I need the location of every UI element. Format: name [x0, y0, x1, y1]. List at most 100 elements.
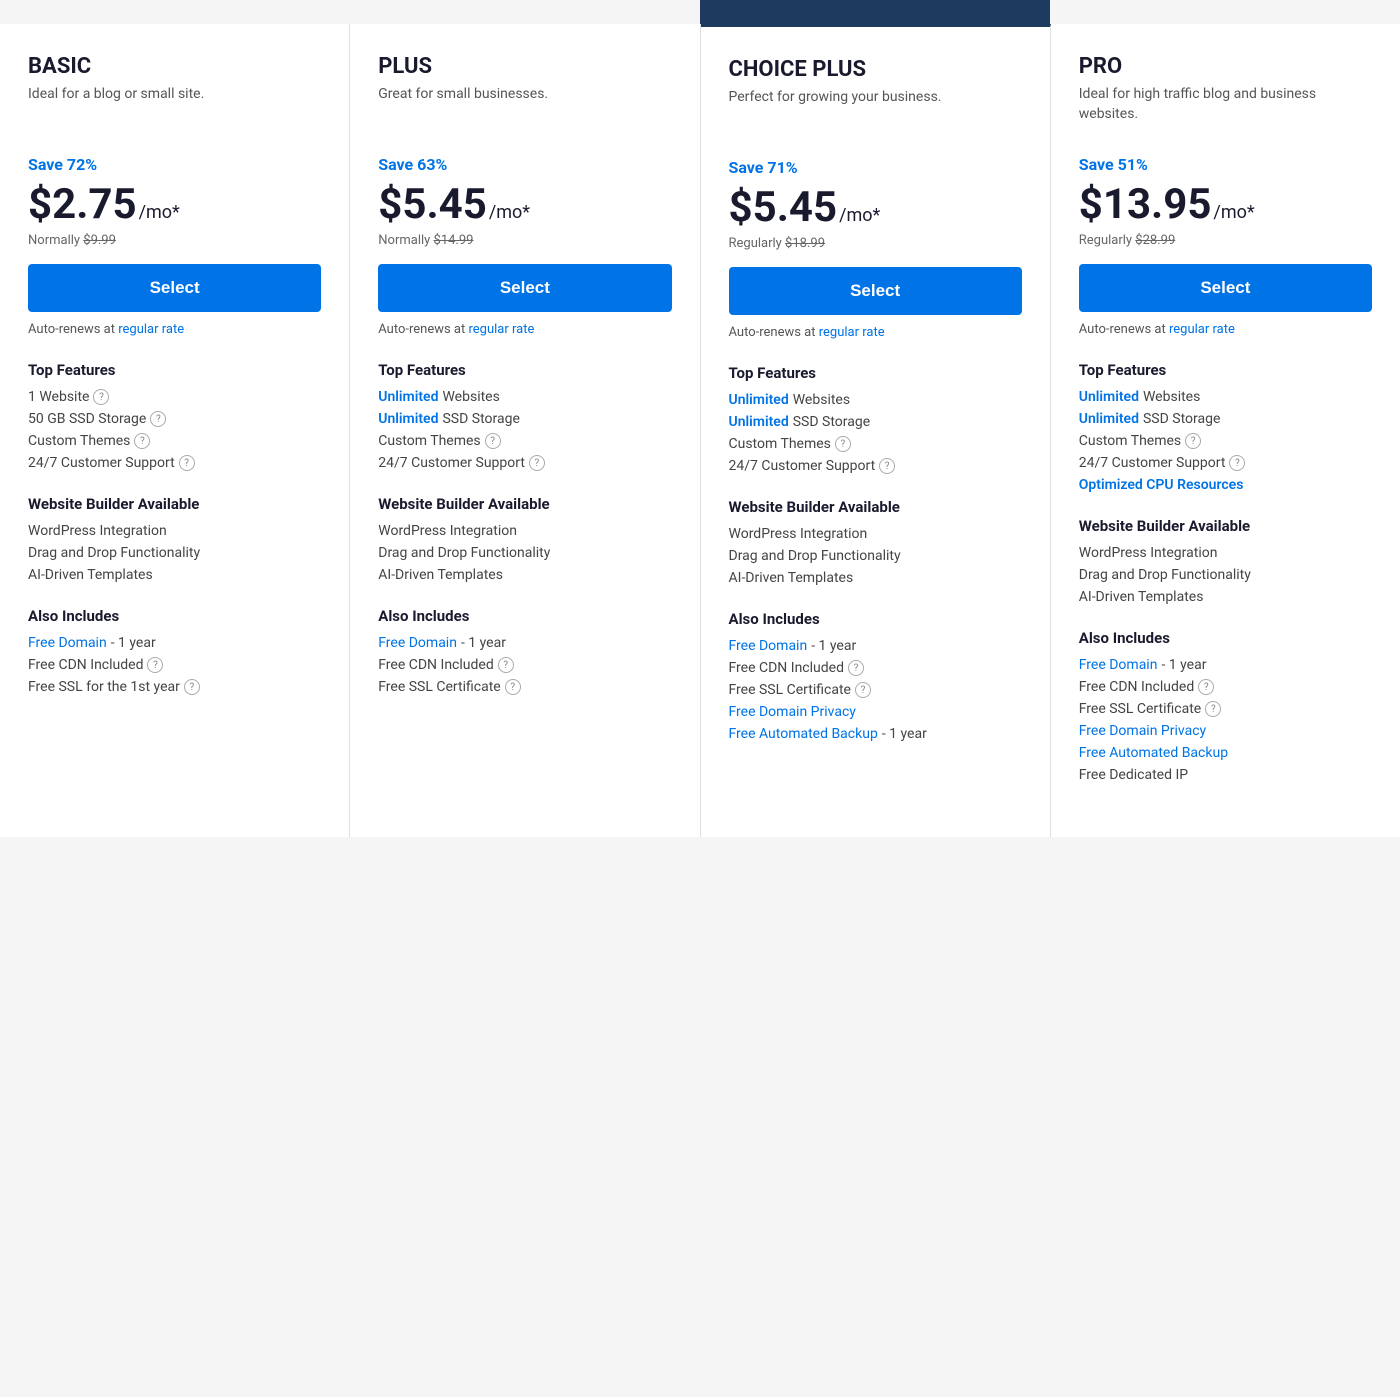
also-feature-item: Free Domain - 1 year: [28, 635, 321, 651]
info-icon[interactable]: ?: [150, 411, 166, 427]
plan-name: BASIC: [28, 54, 321, 79]
save-badge: Save 63%: [378, 155, 671, 174]
original-price: $28.99: [1135, 233, 1175, 248]
info-icon[interactable]: ?: [835, 436, 851, 452]
plans-container: BASIC Ideal for a blog or small site. Sa…: [0, 24, 1400, 837]
builder-feature-item: Drag and Drop Functionality: [1079, 567, 1372, 583]
select-button[interactable]: Select: [1079, 264, 1372, 312]
feature-item: Unlimited SSD Storage: [378, 411, 671, 427]
recommended-empty: [1050, 0, 1400, 24]
also-feature-item: Free Domain - 1 year: [1079, 657, 1372, 673]
feature-suffix: - 1 year: [111, 635, 156, 651]
feature-suffix: - 1 year: [461, 635, 506, 651]
top-features-title: Top Features: [28, 361, 321, 379]
feature-item: Custom Themes ?: [1079, 433, 1372, 449]
unlimited-label: Unlimited: [729, 414, 789, 430]
info-icon[interactable]: ?: [179, 455, 195, 471]
recommended-banner: [700, 0, 1050, 24]
info-icon[interactable]: ?: [1205, 701, 1221, 717]
plan-name: PLUS: [378, 54, 671, 79]
auto-renew-text: Auto-renews at regular rate: [378, 322, 671, 337]
top-features-title: Top Features: [378, 361, 671, 379]
select-button[interactable]: Select: [729, 267, 1022, 315]
feature-item: 24/7 Customer Support ?: [28, 455, 321, 471]
also-feature-item: Free Domain Privacy: [729, 704, 1022, 720]
feature-item: Unlimited SSD Storage: [729, 414, 1022, 430]
info-icon[interactable]: ?: [485, 433, 501, 449]
price-suffix: /mo*: [489, 202, 530, 223]
regular-rate-link[interactable]: regular rate: [118, 322, 184, 337]
unlimited-label: Unlimited: [729, 392, 789, 408]
plan-desc: Ideal for high traffic blog and business…: [1079, 85, 1372, 135]
feature-item: Unlimited SSD Storage: [1079, 411, 1372, 427]
builder-feature-item: WordPress Integration: [1079, 545, 1372, 561]
also-features-list: Free Domain - 1 year Free CDN Included ?…: [729, 638, 1022, 742]
price-note: Normally $14.99: [378, 233, 671, 248]
builder-feature-item: AI-Driven Templates: [28, 567, 321, 583]
builder-feature-item: Drag and Drop Functionality: [729, 548, 1022, 564]
plan-name: CHOICE PLUS: [729, 57, 1022, 82]
original-price: $9.99: [83, 233, 116, 248]
info-icon[interactable]: ?: [1198, 679, 1214, 695]
also-feature-item: Free Dedicated IP: [1079, 767, 1372, 783]
link-feature[interactable]: Free Domain: [28, 635, 107, 651]
auto-renew-text: Auto-renews at regular rate: [28, 322, 321, 337]
info-icon[interactable]: ?: [855, 682, 871, 698]
pricing-wrapper: BASIC Ideal for a blog or small site. Sa…: [0, 0, 1400, 837]
info-icon[interactable]: ?: [1185, 433, 1201, 449]
link-feature[interactable]: Free Domain: [729, 638, 808, 654]
builder-feature-item: AI-Driven Templates: [1079, 589, 1372, 605]
save-badge: Save 71%: [729, 158, 1022, 177]
also-feature-item: Free Automated Backup - 1 year: [729, 726, 1022, 742]
feature-item: 1 Website ?: [28, 389, 321, 405]
price-suffix: /mo*: [139, 202, 180, 223]
builder-features-list: WordPress IntegrationDrag and Drop Funct…: [729, 526, 1022, 586]
info-icon[interactable]: ?: [498, 657, 514, 673]
builder-feature-item: Drag and Drop Functionality: [28, 545, 321, 561]
price-amount: $13.95: [1079, 180, 1212, 229]
info-icon[interactable]: ?: [848, 660, 864, 676]
also-feature-item: Free Domain - 1 year: [729, 638, 1022, 654]
link-feature[interactable]: Free Automated Backup: [729, 726, 878, 742]
also-feature-item: Free CDN Included ?: [729, 660, 1022, 676]
info-icon[interactable]: ?: [529, 455, 545, 471]
plan-choice-plus: CHOICE PLUS Perfect for growing your bus…: [701, 24, 1051, 837]
unlimited-label: Unlimited: [1079, 389, 1139, 405]
plan-desc: Great for small businesses.: [378, 85, 671, 135]
auto-renew-text: Auto-renews at regular rate: [729, 325, 1022, 340]
info-icon[interactable]: ?: [879, 458, 895, 474]
regular-rate-link[interactable]: regular rate: [819, 325, 885, 340]
link-feature[interactable]: Free Domain Privacy: [1079, 723, 1206, 739]
info-icon[interactable]: ?: [134, 433, 150, 449]
also-features-list: Free Domain - 1 year Free CDN Included ?…: [28, 635, 321, 695]
info-icon[interactable]: ?: [1229, 455, 1245, 471]
also-title: Also Includes: [28, 607, 321, 625]
also-features-list: Free Domain - 1 year Free CDN Included ?…: [1079, 657, 1372, 783]
feature-item: Unlimited Websites: [1079, 389, 1372, 405]
plan-pro: PRO Ideal for high traffic blog and busi…: [1051, 24, 1400, 837]
regular-rate-link[interactable]: regular rate: [1169, 322, 1235, 337]
builder-title: Website Builder Available: [28, 495, 321, 513]
also-feature-item: Free Automated Backup: [1079, 745, 1372, 761]
feature-suffix: - 1 year: [882, 726, 927, 742]
feature-item: Custom Themes ?: [28, 433, 321, 449]
link-feature[interactable]: Free Automated Backup: [1079, 745, 1228, 761]
save-badge: Save 51%: [1079, 155, 1372, 174]
price-row: $5.45 /mo*: [378, 180, 671, 229]
info-icon[interactable]: ?: [184, 679, 200, 695]
info-icon[interactable]: ?: [147, 657, 163, 673]
feature-item: 24/7 Customer Support ?: [378, 455, 671, 471]
original-price: $18.99: [785, 236, 825, 251]
price-row: $2.75 /mo*: [28, 180, 321, 229]
top-features-list: Unlimited Websites Unlimited SSD Storage…: [378, 389, 671, 471]
select-button[interactable]: Select: [28, 264, 321, 312]
link-feature[interactable]: Free Domain: [378, 635, 457, 651]
feature-item: Unlimited Websites: [729, 392, 1022, 408]
regular-rate-link[interactable]: regular rate: [468, 322, 534, 337]
link-feature[interactable]: Free Domain Privacy: [729, 704, 856, 720]
link-feature[interactable]: Free Domain: [1079, 657, 1158, 673]
original-price: $14.99: [434, 233, 474, 248]
info-icon[interactable]: ?: [93, 389, 109, 405]
info-icon[interactable]: ?: [505, 679, 521, 695]
select-button[interactable]: Select: [378, 264, 671, 312]
